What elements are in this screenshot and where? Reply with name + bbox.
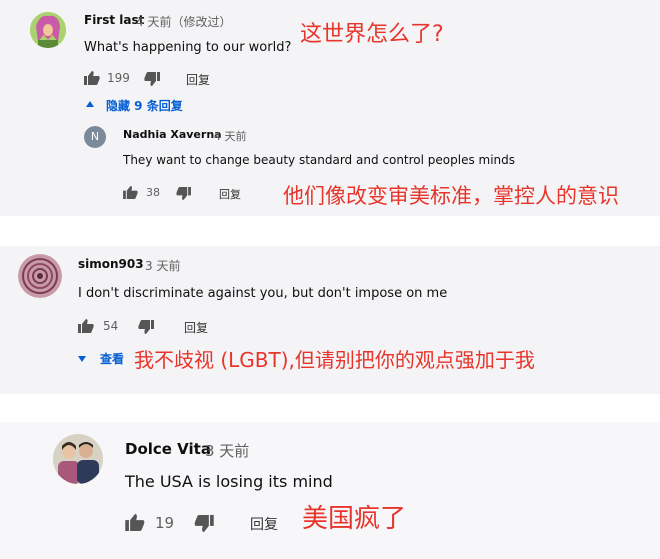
reply-button[interactable]: 回复 xyxy=(219,186,241,202)
caret-down-icon[interactable] xyxy=(78,356,86,362)
show-replies-toggle[interactable]: 查看 xyxy=(100,350,124,367)
thumb-down-icon[interactable] xyxy=(138,320,154,334)
comment-card: First last 4 天前（修改过） What's happening to… xyxy=(0,0,660,216)
comment-card: simon903 3 天前 I don't discriminate again… xyxy=(0,246,660,394)
translation-annotation: 他们像改变审美标准，掌控人的意识 xyxy=(283,184,619,208)
comment-author[interactable]: Dolce Vita xyxy=(125,440,211,458)
thumb-up-icon[interactable] xyxy=(125,514,145,531)
comment-author[interactable]: simon903 xyxy=(78,257,144,271)
thumb-down-icon[interactable] xyxy=(194,515,214,532)
translation-annotation: 这世界怎么了? xyxy=(300,22,444,47)
translation-annotation: 美国疯了 xyxy=(302,504,407,534)
comment-text: I don't discriminate against you, but do… xyxy=(78,286,448,301)
translation-annotation: 我不歧视 (LGBT),但请别把你的观点强加于我 xyxy=(134,344,535,373)
comment-time[interactable]: 3 天前 xyxy=(205,440,249,461)
caret-up-icon[interactable] xyxy=(86,101,94,107)
avatar[interactable]: N xyxy=(84,126,106,148)
reply-button[interactable]: 回复 xyxy=(250,514,278,534)
thumb-up-icon[interactable] xyxy=(78,319,94,333)
reply-time[interactable]: 4 天前 xyxy=(214,128,247,144)
reply-button[interactable]: 回复 xyxy=(184,319,208,336)
reply-button[interactable]: 回复 xyxy=(186,71,210,88)
comment-time[interactable]: 3 天前 xyxy=(145,257,180,274)
avatar[interactable] xyxy=(53,434,103,484)
like-count: 38 xyxy=(146,186,160,199)
thumb-down-icon[interactable] xyxy=(144,72,160,86)
reply-author[interactable]: Nadhia Xaverna xyxy=(123,128,222,141)
comment-card: Dolce Vita 3 天前 The USA is losing its mi… xyxy=(0,422,660,559)
hide-replies-toggle[interactable]: 隐藏 9 条回复 xyxy=(106,97,183,114)
like-count: 19 xyxy=(155,514,175,532)
like-count: 199 xyxy=(107,71,130,85)
comment-time[interactable]: 4 天前（修改过） xyxy=(136,13,231,30)
avatar-letter: N xyxy=(90,130,100,143)
comment-text: What's happening to our world? xyxy=(84,40,292,55)
thumb-down-icon[interactable] xyxy=(176,187,191,200)
avatar[interactable] xyxy=(30,12,66,48)
thumb-up-icon[interactable] xyxy=(84,71,100,85)
reply-text: They want to change beauty standard and … xyxy=(123,153,516,167)
comment-text: The USA is losing its mind xyxy=(125,472,333,491)
avatar[interactable] xyxy=(18,254,62,298)
like-count: 54 xyxy=(103,319,119,333)
thumb-up-icon[interactable] xyxy=(123,186,138,199)
